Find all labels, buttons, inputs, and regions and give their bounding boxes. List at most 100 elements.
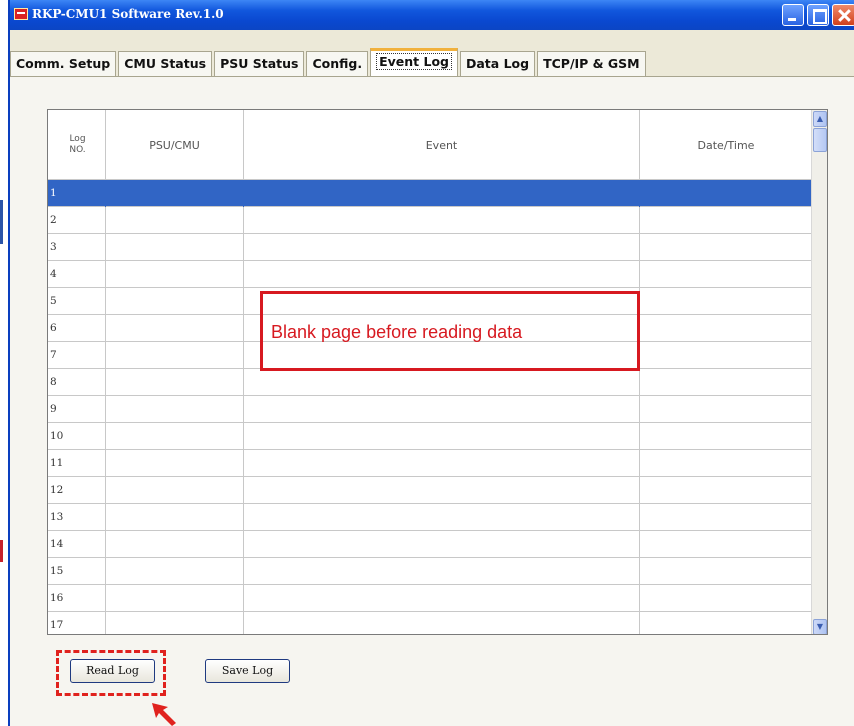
tab-data-log[interactable]: Data Log — [460, 51, 536, 76]
table-row[interactable]: 1 — [48, 180, 812, 207]
table-row[interactable]: 17 — [48, 612, 812, 634]
cell-psu-cmu[interactable] — [106, 261, 244, 288]
read-log-button[interactable]: Read Log — [70, 659, 155, 683]
table-row[interactable]: 11 — [48, 450, 812, 477]
table-row[interactable]: 2 — [48, 207, 812, 234]
cell-date-time[interactable] — [640, 261, 812, 288]
minimize-button[interactable] — [782, 4, 804, 26]
cell-psu-cmu[interactable] — [106, 234, 244, 261]
cell-log-no[interactable]: 5 — [48, 288, 106, 315]
cell-event[interactable] — [244, 207, 640, 234]
cell-psu-cmu[interactable] — [106, 504, 244, 531]
cell-event[interactable] — [244, 234, 640, 261]
cell-date-time[interactable] — [640, 369, 812, 396]
cell-log-no[interactable]: 11 — [48, 450, 106, 477]
cell-date-time[interactable] — [640, 288, 812, 315]
cell-date-time[interactable] — [640, 612, 812, 634]
cell-psu-cmu[interactable] — [106, 477, 244, 504]
cell-date-time[interactable] — [640, 207, 812, 234]
cell-date-time[interactable] — [640, 396, 812, 423]
table-row[interactable]: 12 — [48, 477, 812, 504]
cell-event[interactable] — [244, 369, 640, 396]
tab-config[interactable]: Config. — [306, 51, 369, 76]
tab-comm-setup[interactable]: Comm. Setup — [10, 51, 117, 76]
cell-date-time[interactable] — [640, 558, 812, 585]
tab-tcpip-gsm[interactable]: TCP/IP & GSM — [537, 51, 646, 76]
cell-event[interactable] — [244, 423, 640, 450]
cell-log-no[interactable]: 3 — [48, 234, 106, 261]
cell-log-no[interactable]: 4 — [48, 261, 106, 288]
cell-log-no[interactable]: 2 — [48, 207, 106, 234]
cell-event[interactable] — [244, 261, 640, 288]
cell-psu-cmu[interactable] — [106, 558, 244, 585]
cell-log-no[interactable]: 17 — [48, 612, 106, 634]
table-row[interactable]: 13 — [48, 504, 812, 531]
cell-event[interactable] — [244, 612, 640, 634]
scroll-up-button[interactable]: ▲ — [813, 111, 827, 127]
cell-psu-cmu[interactable] — [106, 315, 244, 342]
cell-log-no[interactable]: 1 — [48, 180, 106, 207]
cell-date-time[interactable] — [640, 531, 812, 558]
cell-event[interactable] — [244, 180, 640, 207]
tab-event-log[interactable]: Event Log — [370, 48, 458, 76]
table-row[interactable]: 14 — [48, 531, 812, 558]
table-row[interactable]: 10 — [48, 423, 812, 450]
scroll-thumb[interactable] — [813, 128, 827, 152]
cell-log-no[interactable]: 9 — [48, 396, 106, 423]
cell-log-no[interactable]: 14 — [48, 531, 106, 558]
cell-psu-cmu[interactable] — [106, 342, 244, 369]
cell-psu-cmu[interactable] — [106, 369, 244, 396]
scroll-down-button[interactable]: ▼ — [813, 619, 827, 634]
cell-date-time[interactable] — [640, 450, 812, 477]
cell-psu-cmu[interactable] — [106, 423, 244, 450]
cell-date-time[interactable] — [640, 342, 812, 369]
header-psu-cmu[interactable]: PSU/CMU — [106, 110, 244, 180]
cell-log-no[interactable]: 12 — [48, 477, 106, 504]
cell-date-time[interactable] — [640, 423, 812, 450]
cell-psu-cmu[interactable] — [106, 612, 244, 634]
tab-cmu-status[interactable]: CMU Status — [118, 51, 213, 76]
cell-psu-cmu[interactable] — [106, 531, 244, 558]
title-bar[interactable]: RKP-CMU1 Software Rev.1.0 — [10, 0, 854, 30]
maximize-button[interactable] — [807, 4, 829, 26]
cell-event[interactable] — [244, 585, 640, 612]
table-row[interactable]: 15 — [48, 558, 812, 585]
cell-date-time[interactable] — [640, 477, 812, 504]
cell-log-no[interactable]: 15 — [48, 558, 106, 585]
cell-log-no[interactable]: 13 — [48, 504, 106, 531]
header-date-time[interactable]: Date/Time — [640, 110, 812, 180]
cell-psu-cmu[interactable] — [106, 207, 244, 234]
cell-event[interactable] — [244, 450, 640, 477]
table-row[interactable]: 3 — [48, 234, 812, 261]
cell-psu-cmu[interactable] — [106, 180, 244, 207]
cell-psu-cmu[interactable] — [106, 585, 244, 612]
cell-date-time[interactable] — [640, 180, 812, 207]
cell-log-no[interactable]: 8 — [48, 369, 106, 396]
cell-log-no[interactable]: 16 — [48, 585, 106, 612]
table-row[interactable]: 4 — [48, 261, 812, 288]
header-log-no[interactable]: Log NO. — [48, 110, 106, 180]
cell-event[interactable] — [244, 477, 640, 504]
close-button[interactable] — [832, 4, 854, 26]
table-row[interactable]: 16 — [48, 585, 812, 612]
event-log-grid[interactable]: Log NO. PSU/CMU Event Date/Time 12345678… — [47, 109, 828, 635]
cell-log-no[interactable]: 6 — [48, 315, 106, 342]
cell-date-time[interactable] — [640, 585, 812, 612]
cell-log-no[interactable]: 7 — [48, 342, 106, 369]
cell-date-time[interactable] — [640, 504, 812, 531]
header-event[interactable]: Event — [244, 110, 640, 180]
vertical-scrollbar[interactable]: ▲ ▼ — [811, 110, 827, 634]
cell-event[interactable] — [244, 504, 640, 531]
save-log-button[interactable]: Save Log — [205, 659, 290, 683]
cell-date-time[interactable] — [640, 234, 812, 261]
cell-psu-cmu[interactable] — [106, 396, 244, 423]
cell-event[interactable] — [244, 396, 640, 423]
cell-psu-cmu[interactable] — [106, 288, 244, 315]
cell-event[interactable] — [244, 558, 640, 585]
cell-psu-cmu[interactable] — [106, 450, 244, 477]
cell-log-no[interactable]: 10 — [48, 423, 106, 450]
table-row[interactable]: 8 — [48, 369, 812, 396]
table-row[interactable]: 9 — [48, 396, 812, 423]
tab-psu-status[interactable]: PSU Status — [214, 51, 305, 76]
cell-event[interactable] — [244, 531, 640, 558]
